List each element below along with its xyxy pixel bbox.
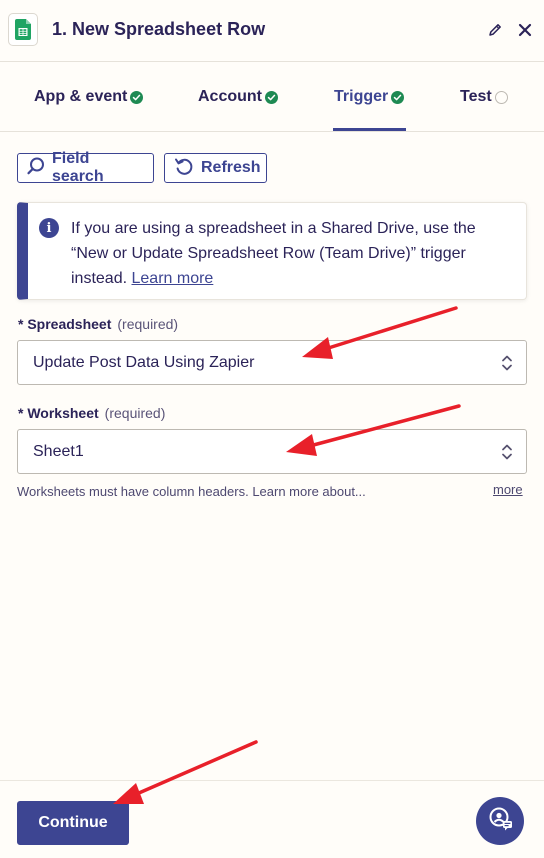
close-icon[interactable]	[515, 20, 535, 40]
info-message: If you are using a spreadsheet in a Shar…	[71, 216, 511, 291]
field-search-button[interactable]: Field search	[17, 150, 154, 185]
worksheet-label: Worksheet	[27, 405, 99, 421]
tab-label: App & event	[34, 88, 128, 105]
step-title[interactable]: 1. New Spreadsheet Row	[52, 19, 265, 40]
empty-circle-icon	[494, 90, 508, 104]
check-circle-icon	[391, 90, 405, 104]
spreadsheet-value: Update Post Data Using Zapier	[33, 354, 255, 371]
continue-button[interactable]: Continue	[17, 801, 129, 845]
tab-test[interactable]: Test	[460, 62, 508, 132]
refresh-button[interactable]: Refresh	[164, 153, 267, 183]
search-icon	[26, 156, 46, 181]
shared-drive-info-alert: i If you are using a spreadsheet in a Sh…	[17, 202, 527, 300]
worksheet-select[interactable]: Sheet1	[17, 429, 527, 474]
worksheet-value: Sheet1	[33, 443, 84, 460]
more-link[interactable]: more	[493, 482, 523, 497]
info-icon: i	[39, 218, 59, 238]
field-search-label: Field search	[52, 150, 104, 185]
worksheet-helper-text: Worksheets must have column headers. Lea…	[17, 484, 366, 499]
check-circle-icon	[265, 90, 278, 104]
tab-label: Account	[198, 88, 262, 105]
chevron-up-down-icon	[500, 442, 514, 467]
tab-label: Trigger	[334, 88, 389, 105]
refresh-label: Refresh	[201, 159, 261, 176]
tab-label: Test	[460, 88, 492, 105]
worksheet-field-label: * Worksheet (required)	[18, 405, 166, 421]
learn-more-link[interactable]: Learn more	[132, 270, 214, 287]
spreadsheet-label: Spreadsheet	[27, 316, 112, 332]
tab-app-event[interactable]: App & event	[34, 62, 144, 132]
google-sheets-icon	[8, 13, 38, 46]
tab-trigger[interactable]: Trigger	[334, 62, 405, 132]
required-indicator: (required)	[104, 405, 166, 421]
spreadsheet-select[interactable]: Update Post Data Using Zapier	[17, 340, 527, 385]
tab-account[interactable]: Account	[198, 62, 278, 132]
required-indicator: (required)	[117, 316, 179, 332]
check-circle-icon	[130, 90, 144, 104]
step-header: 1. New Spreadsheet Row	[0, 0, 544, 62]
step-tabs: App & event Account Trigger Test	[0, 62, 544, 132]
edit-pencil-icon[interactable]	[486, 21, 504, 39]
spreadsheet-field-label: * Spreadsheet (required)	[18, 316, 179, 332]
support-agent-icon	[486, 805, 514, 838]
chevron-up-down-icon	[500, 353, 514, 378]
help-chat-button[interactable]	[476, 797, 524, 845]
active-tab-indicator	[333, 128, 406, 131]
refresh-icon	[173, 155, 195, 182]
